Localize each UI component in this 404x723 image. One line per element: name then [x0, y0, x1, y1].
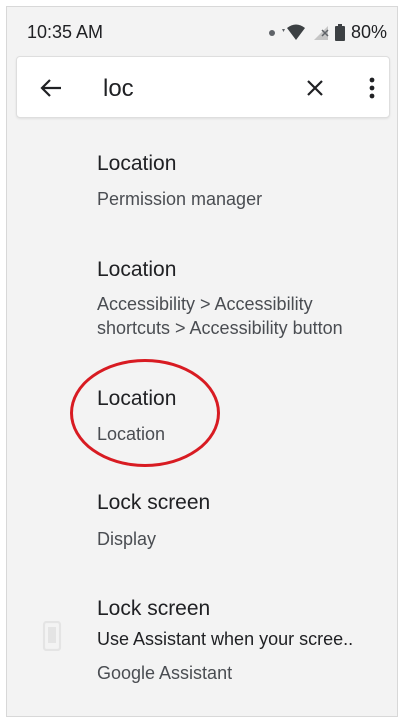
- notification-dot-icon: [268, 29, 275, 36]
- result-description: Use Assistant when your scree..: [97, 629, 354, 649]
- result-subtitle: Google Assistant: [97, 663, 233, 683]
- status-time: 10:35 AM: [27, 22, 104, 42]
- result-subtitle: Location: [97, 424, 166, 444]
- search-result[interactable]: Location Permission manager: [7, 125, 397, 225]
- result-title: Location: [97, 152, 177, 175]
- result-subtitle: Accessibility > Accessibility: [97, 294, 313, 314]
- search-result[interactable]: Lock screen Display: [7, 469, 397, 569]
- wifi-icon: [281, 24, 305, 40]
- search-result[interactable]: Location Accessibility > Accessibility s…: [7, 232, 397, 352]
- result-title: Location: [97, 258, 177, 281]
- cell-signal-icon: [313, 25, 329, 40]
- search-bar: [16, 56, 390, 118]
- result-title: Location: [97, 387, 177, 410]
- search-input[interactable]: [103, 74, 283, 104]
- result-subtitle: shortcuts > Accessibility button: [97, 318, 343, 338]
- search-result[interactable]: Lock screen Use Assistant when your scre…: [7, 575, 397, 695]
- battery-icon: [334, 24, 345, 41]
- arrow-back-icon: [40, 79, 61, 97]
- screen-frame: 10:35 AM 80% loc Location Permission man…: [6, 6, 398, 717]
- status-icons: 80%: [268, 22, 387, 43]
- close-icon: [307, 80, 323, 96]
- result-subtitle: Permission manager: [97, 189, 263, 209]
- phone-icon: [42, 621, 62, 651]
- status-bar: 10:35 AM 80%: [7, 7, 397, 55]
- more-options-button[interactable]: [356, 72, 388, 104]
- back-button[interactable]: [35, 72, 67, 104]
- result-title: Lock screen: [97, 597, 211, 620]
- battery-level: 80%: [350, 22, 387, 42]
- search-result[interactable]: Location Location: [7, 363, 397, 463]
- clear-search-button[interactable]: [299, 72, 331, 104]
- result-title: Lock screen: [97, 491, 211, 514]
- more-vert-icon: [369, 77, 375, 99]
- result-subtitle: Display: [97, 529, 157, 549]
